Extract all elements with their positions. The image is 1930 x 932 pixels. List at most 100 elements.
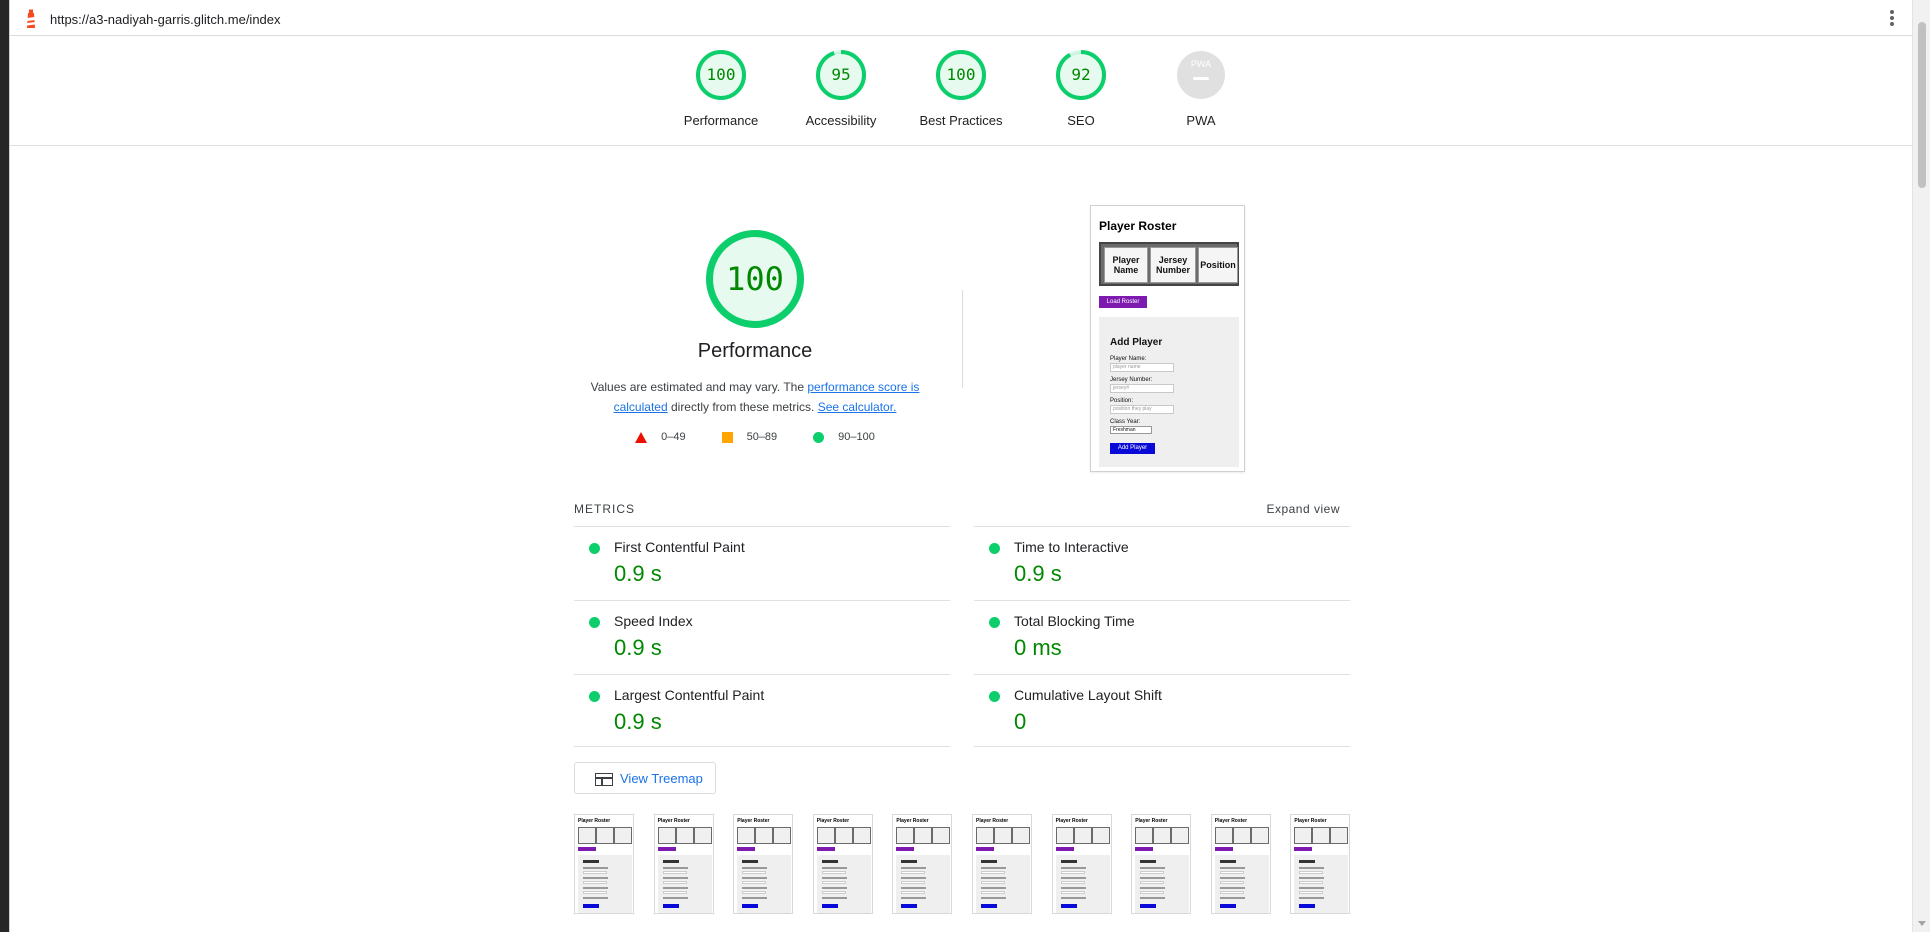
gauge-label: Accessibility (805, 113, 877, 128)
ss-col-header: Jersey Number (1150, 247, 1196, 283)
summary-divider (962, 290, 963, 388)
frame-title: Player Roster (1135, 818, 1168, 824)
more-options-icon[interactable] (1890, 10, 1894, 26)
metric-value: 0 ms (1014, 635, 1062, 660)
page-url: https://a3-nadiyah-garris.glitch.me/inde… (50, 12, 281, 27)
ss-label: Class Year: (1110, 419, 1141, 425)
metric-value: 0.9 s (1014, 561, 1062, 586)
pass-circle-icon (813, 431, 825, 443)
filmstrip-frame: Player Roster (574, 814, 634, 914)
filmstrip-frame: Player Roster (1131, 814, 1192, 914)
pwa-badge-text: PWA (1190, 59, 1212, 69)
frame-title: Player Roster (976, 818, 1009, 824)
ss-add-player-form: Add Player Player Name: player name Jers… (1099, 317, 1239, 467)
gauge-label: Best Practices (919, 113, 1003, 128)
pass-circle-icon (589, 543, 600, 554)
frame-title: Player Roster (896, 818, 929, 824)
vertical-scrollbar[interactable] (1912, 0, 1930, 932)
gauge-score: 95 (831, 65, 851, 84)
pass-circle-icon (989, 691, 1000, 702)
metric-total-blocking-time: Total Blocking Time 0 ms (974, 600, 1350, 673)
metric-name: First Contentful Paint (614, 539, 745, 555)
frame-title: Player Roster (1294, 818, 1327, 824)
ss-input: position they play (1110, 405, 1174, 414)
legend-fail: 0–49 (661, 431, 686, 443)
performance-score: 100 (726, 260, 784, 298)
metric-name: Speed Index (614, 613, 693, 629)
frame-title: Player Roster (737, 818, 770, 824)
filmstrip-frame: Player Roster (1051, 814, 1112, 914)
metric-value: 0.9 s (614, 709, 662, 734)
pass-circle-icon (989, 543, 1000, 554)
metric-value: 0.9 s (614, 561, 662, 586)
gauge-score: 100 (946, 65, 976, 84)
metric-first-contentful-paint: First Contentful Paint 0.9 s (574, 526, 950, 599)
ss-label: Jersey Number: (1110, 377, 1153, 383)
gauge-label: Performance (683, 113, 759, 128)
metrics-bottom-rule (574, 746, 1350, 747)
ss-label: Player Name: (1110, 356, 1147, 362)
lighthouse-icon (27, 9, 35, 28)
frame-title: Player Roster (657, 818, 690, 824)
gauge-pwa[interactable]: PWA PWA (1146, 50, 1256, 128)
ss-page-title: Player Roster (1099, 219, 1177, 233)
desc-text: directly from these metrics. (667, 400, 818, 414)
fail-triangle-icon (635, 431, 648, 443)
gauge-accessibility[interactable]: 95 Accessibility (786, 50, 896, 128)
ss-input: player name (1110, 363, 1174, 372)
ss-roster-table: Player Name Jersey Number Position (1099, 242, 1239, 286)
filmstrip-frame: Player Roster (812, 814, 873, 914)
performance-title: Performance (697, 340, 813, 362)
frame-title: Player Roster (1055, 818, 1088, 824)
legend-pass: 90–100 (838, 431, 875, 443)
metric-time-to-interactive: Time to Interactive 0.9 s (974, 526, 1350, 599)
category-gauges: 100 Performance 95 Accessibility 100 Bes… (10, 36, 1912, 146)
gauge-label: PWA (1186, 113, 1216, 128)
filmstrip-frame: Player Roster (892, 814, 953, 914)
pass-circle-icon (989, 617, 1000, 628)
filmstrip-frame: Player Roster (1290, 814, 1351, 914)
see-calculator-link[interactable]: See calculator. (818, 400, 897, 414)
filmstrip-frame: Player Roster (972, 814, 1032, 914)
expand-view-toggle[interactable]: Expand view (1266, 502, 1340, 516)
ss-add-player-button: Add Player (1110, 443, 1155, 454)
scrollbar-thumb[interactable] (1918, 22, 1926, 188)
metric-speed-index: Speed Index 0.9 s (574, 600, 950, 673)
filmstrip-frame: Player Roster (733, 814, 794, 914)
final-screenshot[interactable]: Player Roster Player Name Jersey Number … (1090, 205, 1245, 472)
view-treemap-label: View Treemap (620, 771, 703, 786)
top-bar: https://a3-nadiyah-garris.glitch.me/inde… (10, 0, 1912, 36)
metric-largest-contentful-paint: Largest Contentful Paint 0.9 s (574, 674, 950, 747)
load-filmstrip: Player Roster Player Roster Player Roster P… (574, 814, 1351, 914)
metric-cumulative-layout-shift: Cumulative Layout Shift 0 (974, 674, 1350, 747)
ss-col-header: Position (1198, 247, 1238, 283)
metric-name: Total Blocking Time (1014, 613, 1135, 629)
scroll-down-arrow-icon[interactable] (1918, 921, 1926, 926)
performance-summary: 100 Performance Values are estimated and… (555, 230, 955, 443)
gauge-label: SEO (1067, 113, 1095, 128)
gauge-performance[interactable]: 100 Performance (666, 50, 776, 128)
ss-col-header: Player Name (1104, 247, 1148, 283)
frame-title: Player Roster (816, 818, 850, 824)
score-legend: 0–49 50–89 90–100 (555, 431, 955, 443)
average-square-icon (721, 431, 733, 443)
pass-circle-icon (589, 617, 600, 628)
ss-load-roster-button: Load Roster (1099, 296, 1147, 308)
view-treemap-button[interactable]: View Treemap (574, 762, 716, 794)
pass-circle-icon (589, 691, 600, 702)
gauge-score: 100 (706, 65, 736, 84)
metrics-title: METRICS (574, 502, 635, 516)
metric-name: Largest Contentful Paint (614, 687, 765, 703)
filmstrip-frame: Player Roster (653, 814, 714, 914)
gauge-score: 92 (1071, 65, 1091, 84)
metric-value: 0 (1014, 709, 1027, 734)
ss-form-title: Add Player (1110, 337, 1163, 348)
ss-label: Position: (1110, 398, 1134, 404)
treemap-icon (595, 773, 613, 786)
desc-text: Values are estimated and may vary. The (590, 380, 808, 394)
gauge-seo[interactable]: 92 SEO (1026, 50, 1136, 128)
gauge-best-practices[interactable]: 100 Best Practices (906, 50, 1016, 128)
ss-select: Freshman (1110, 426, 1152, 434)
performance-description: Values are estimated and may vary. The p… (585, 377, 925, 417)
metric-name: Time to Interactive (1014, 539, 1129, 555)
